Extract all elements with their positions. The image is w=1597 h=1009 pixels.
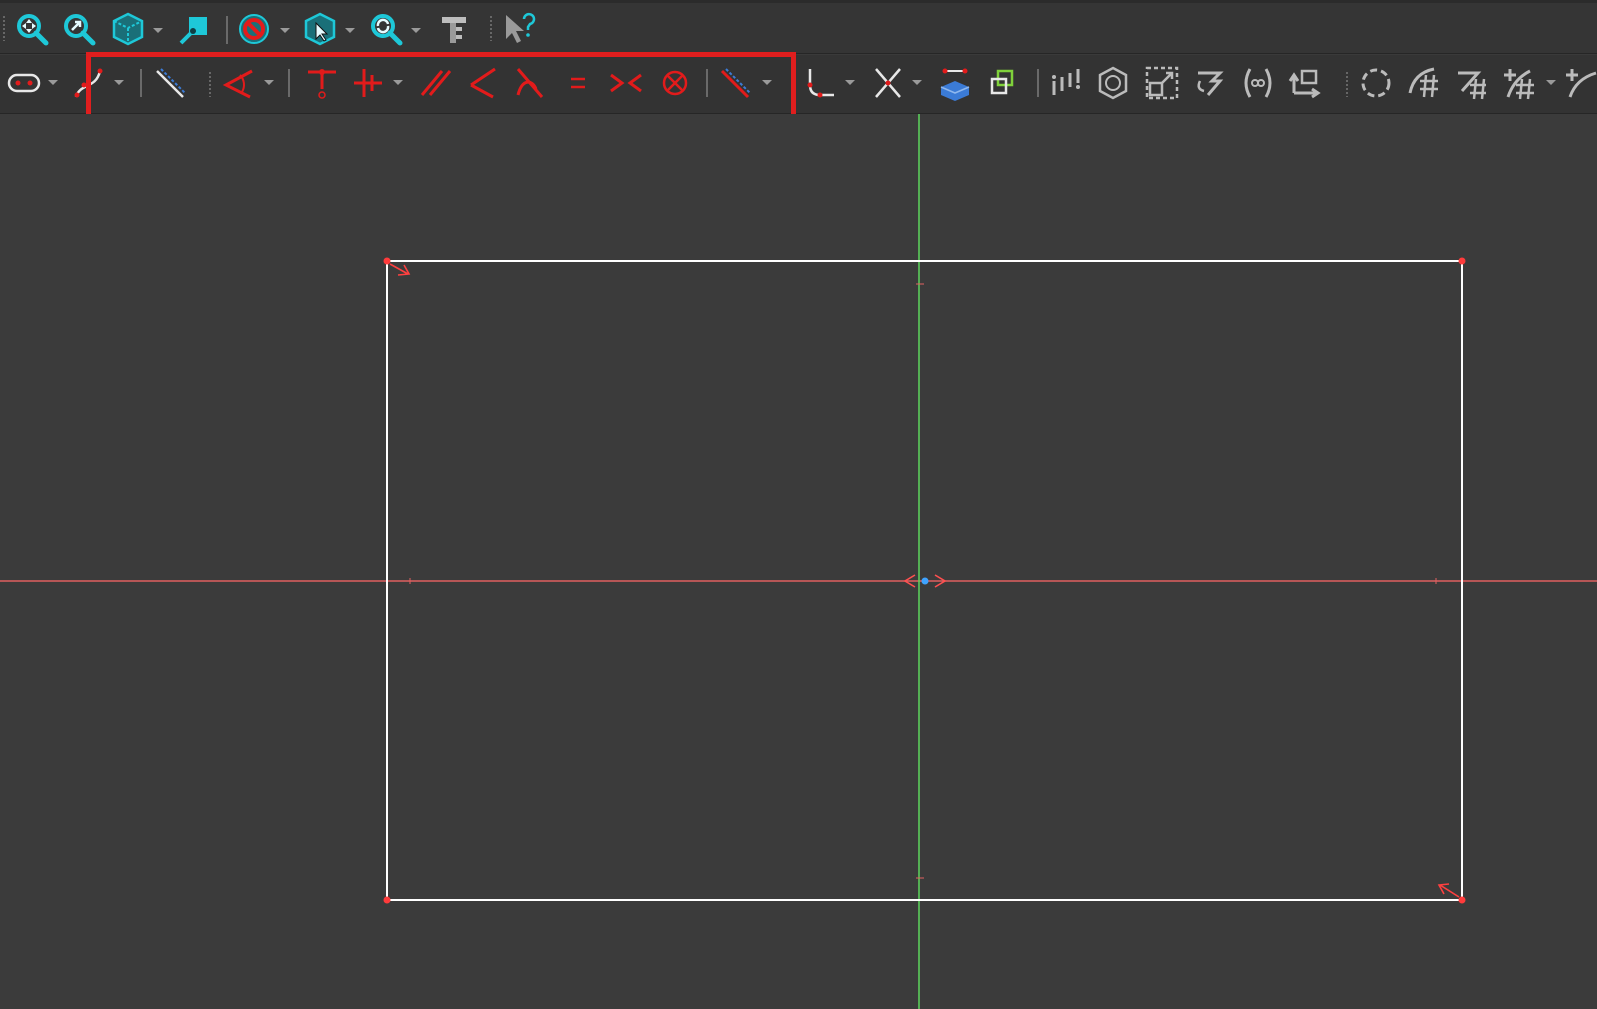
angle-constraint-icon[interactable] <box>218 63 258 103</box>
select-axes-icon[interactable] <box>1142 63 1182 103</box>
chevron-down-icon[interactable] <box>760 75 774 89</box>
chevron-down-icon[interactable] <box>262 75 276 89</box>
parallel-constraint-icon[interactable] <box>416 63 456 103</box>
origin-point <box>921 577 929 585</box>
close-shape-icon[interactable] <box>1404 63 1444 103</box>
chevron-down-icon[interactable] <box>409 23 423 37</box>
bspline-icon[interactable] <box>70 63 110 103</box>
block-constraint-icon[interactable] <box>655 63 695 103</box>
perpendicular-constraint-icon[interactable] <box>463 63 503 103</box>
sketch-view-section-icon[interactable] <box>175 9 215 49</box>
chevron-down-icon[interactable] <box>910 75 924 89</box>
fillet-icon[interactable] <box>800 63 840 103</box>
toggle-driving-constraint-icon[interactable] <box>716 63 756 103</box>
coincident-constraint-icon[interactable] <box>302 63 342 103</box>
external-geometry-icon[interactable] <box>935 63 975 103</box>
chevron-down-icon[interactable] <box>112 75 126 89</box>
corner-point <box>1458 896 1466 904</box>
view-toolbar <box>0 0 1597 54</box>
chevron-down-icon[interactable] <box>843 75 857 89</box>
chevron-down-icon[interactable] <box>343 23 357 37</box>
toolbar-grip[interactable] <box>489 15 493 41</box>
fit-all-icon[interactable] <box>12 9 52 49</box>
point-on-object-constraint-icon[interactable] <box>348 63 388 103</box>
separator <box>226 16 228 44</box>
select-conflicting-icon[interactable] <box>1500 63 1540 103</box>
toolbar-grip[interactable] <box>1345 71 1349 97</box>
separator <box>706 69 708 97</box>
corner-point <box>383 257 391 265</box>
corner-arrow-top-left <box>389 263 411 276</box>
separator <box>288 69 290 97</box>
equal-constraint-icon[interactable] <box>558 63 598 103</box>
corner-arrow-bottom-right <box>1437 883 1460 898</box>
tangent-constraint-icon[interactable] <box>510 63 550 103</box>
chevron-down-icon[interactable] <box>1544 75 1558 89</box>
clone-icon[interactable] <box>1238 63 1278 103</box>
select-constraints-icon[interactable] <box>1046 63 1086 103</box>
connect-edges-icon[interactable] <box>1452 63 1492 103</box>
toolbar-grip[interactable] <box>208 71 212 97</box>
select-origin-icon[interactable] <box>1093 63 1133 103</box>
bounding-box-icon[interactable] <box>300 9 340 49</box>
sketcher-toolbar <box>0 55 1597 114</box>
separator <box>1037 69 1039 97</box>
bspline-tool-icon[interactable] <box>1562 63 1597 103</box>
carbon-copy-icon[interactable] <box>982 63 1022 103</box>
symmetry-icon[interactable] <box>1190 63 1230 103</box>
chevron-down-icon[interactable] <box>151 23 165 37</box>
move-icon[interactable] <box>1356 63 1396 103</box>
corner-point <box>383 896 391 904</box>
draw-style-icon[interactable] <box>234 9 274 49</box>
whats-this-icon[interactable] <box>500 9 540 49</box>
rectangular-array-icon[interactable] <box>1286 63 1326 103</box>
trim-icon[interactable] <box>868 63 908 103</box>
fit-selection-icon[interactable] <box>59 9 99 49</box>
corner-point <box>1458 257 1466 265</box>
chevron-down-icon[interactable] <box>46 75 60 89</box>
symmetric-constraint-icon[interactable] <box>606 63 646 103</box>
measure-icon[interactable] <box>434 9 474 49</box>
standard-views-icon[interactable] <box>108 9 148 49</box>
toolbar-grip[interactable] <box>2 15 6 41</box>
toolbar-grip[interactable] <box>791 71 795 97</box>
slot-icon[interactable] <box>4 63 44 103</box>
construction-mode-icon[interactable] <box>151 63 191 103</box>
separator <box>140 69 142 97</box>
refresh-zoom-icon[interactable] <box>366 9 406 49</box>
sketch-viewport[interactable] <box>0 114 1597 1009</box>
chevron-down-icon[interactable] <box>391 75 405 89</box>
chevron-down-icon[interactable] <box>278 23 292 37</box>
